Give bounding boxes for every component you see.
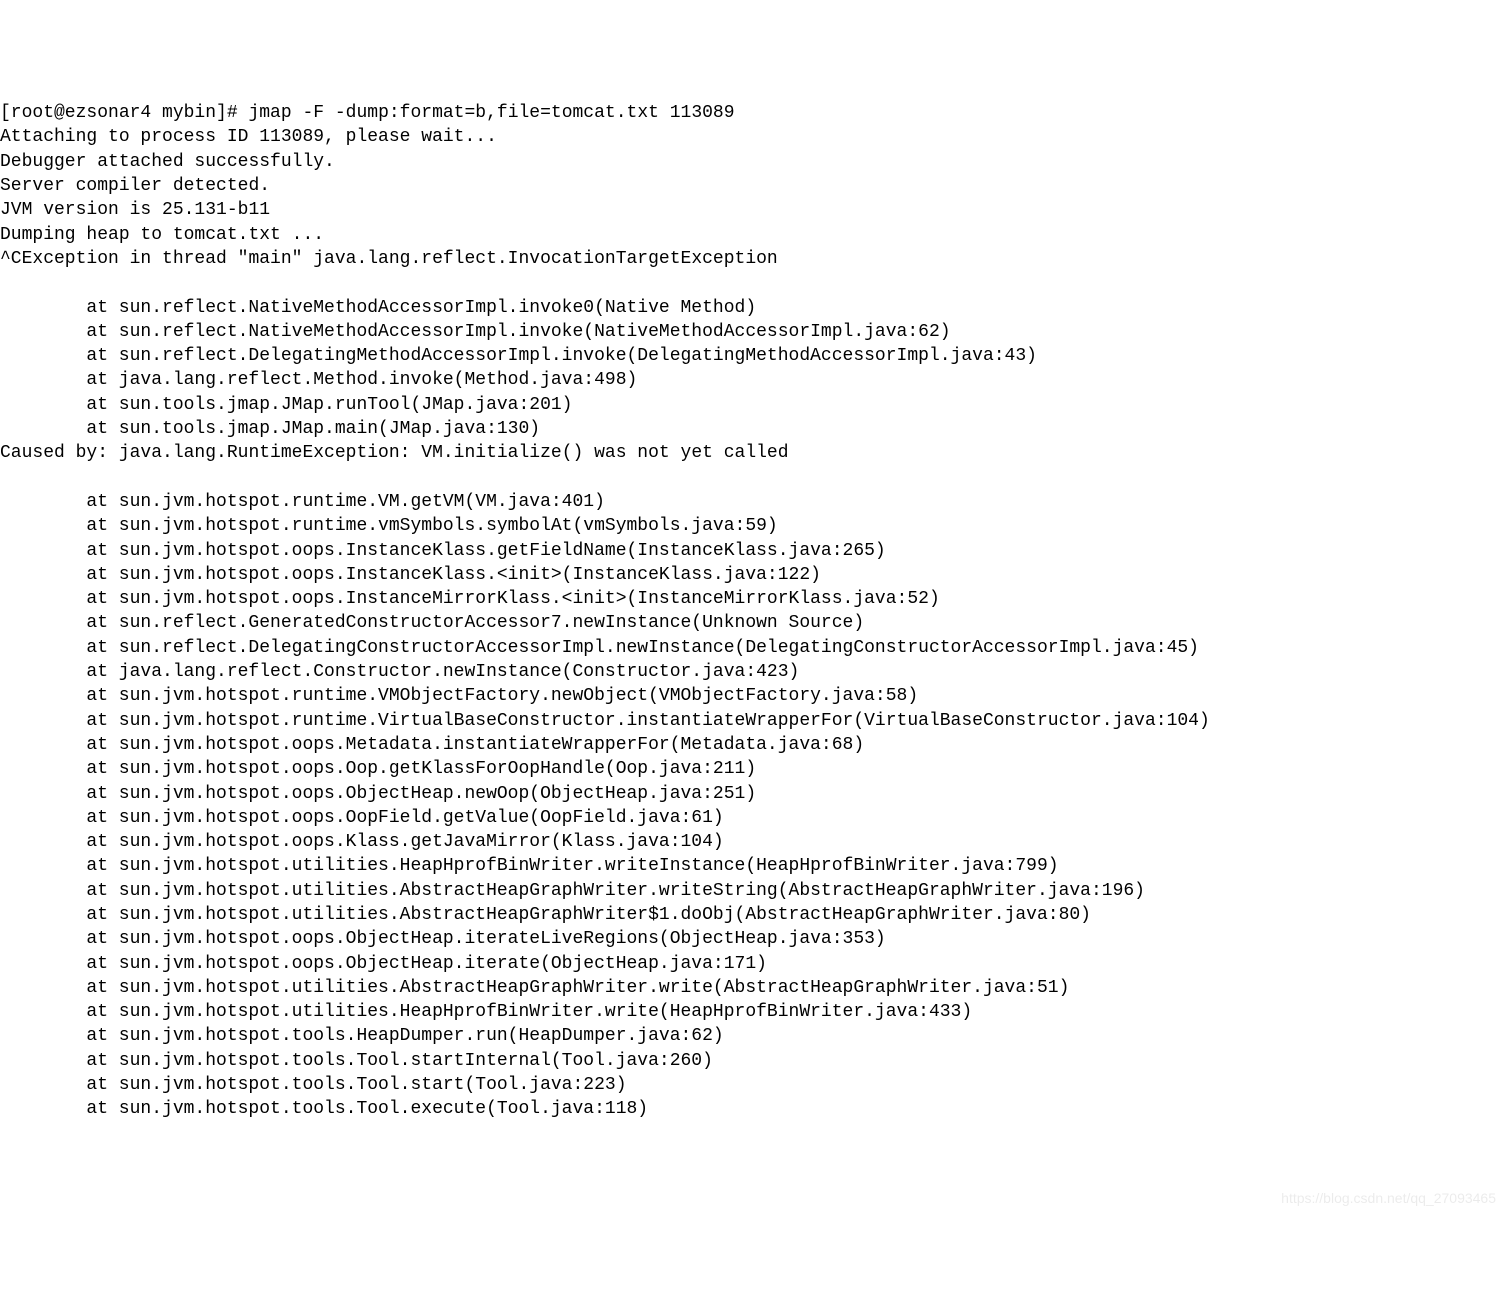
stack-frame: at sun.jvm.hotspot.utilities.AbstractHea… [0, 903, 1506, 927]
stack-frame: at sun.jvm.hotspot.utilities.HeapHprofBi… [0, 854, 1506, 878]
stack-frame: at sun.jvm.hotspot.oops.InstanceKlass.ge… [0, 539, 1506, 563]
caused-by-line: Caused by: java.lang.RuntimeException: V… [0, 441, 1506, 465]
output-line: JVM version is 25.131-b11 [0, 198, 1506, 222]
stack-frame: at sun.jvm.hotspot.utilities.HeapHprofBi… [0, 1000, 1506, 1024]
stack-frame: at sun.jvm.hotspot.tools.Tool.start(Tool… [0, 1073, 1506, 1097]
stack-frame: at sun.jvm.hotspot.utilities.AbstractHea… [0, 879, 1506, 903]
stack-frame: at sun.jvm.hotspot.oops.Klass.getJavaMir… [0, 830, 1506, 854]
stack-frame: at sun.jvm.hotspot.oops.ObjectHeap.newOo… [0, 782, 1506, 806]
stack-frame: at sun.tools.jmap.JMap.main(JMap.java:13… [0, 417, 1506, 441]
stack-frame: at sun.jvm.hotspot.runtime.VMObjectFacto… [0, 684, 1506, 708]
stack-frame: at sun.reflect.GeneratedConstructorAcces… [0, 611, 1506, 635]
stack-frame: at sun.jvm.hotspot.oops.InstanceKlass.<i… [0, 563, 1506, 587]
stack-frame: at sun.tools.jmap.JMap.runTool(JMap.java… [0, 393, 1506, 417]
stack-frame: at sun.jvm.hotspot.oops.ObjectHeap.itera… [0, 952, 1506, 976]
output-line: Attaching to process ID 113089, please w… [0, 125, 1506, 149]
output-line: Server compiler detected. [0, 174, 1506, 198]
output-line: Debugger attached successfully. [0, 150, 1506, 174]
watermark-text: https://blog.csdn.net/qq_27093465 [1281, 1189, 1496, 1208]
stack-frame: at sun.jvm.hotspot.utilities.AbstractHea… [0, 976, 1506, 1000]
stack-frame: at sun.jvm.hotspot.tools.Tool.execute(To… [0, 1097, 1506, 1121]
shell-command: jmap -F -dump:format=b,file=tomcat.txt 1… [248, 103, 734, 123]
stack-frame: at sun.reflect.DelegatingConstructorAcce… [0, 636, 1506, 660]
stack-frame: at sun.jvm.hotspot.oops.OopField.getValu… [0, 806, 1506, 830]
exception-header: ^CException in thread "main" java.lang.r… [0, 247, 1506, 271]
shell-prompt: [root@ezsonar4 mybin]# [0, 103, 248, 123]
stack-frame: at sun.jvm.hotspot.oops.InstanceMirrorKl… [0, 587, 1506, 611]
stack-frame: at sun.jvm.hotspot.oops.Oop.getKlassForO… [0, 757, 1506, 781]
stack-frame: at java.lang.reflect.Constructor.newInst… [0, 660, 1506, 684]
stack-frame: at sun.jvm.hotspot.tools.Tool.startInter… [0, 1049, 1506, 1073]
stack-frame: at sun.jvm.hotspot.runtime.vmSymbols.sym… [0, 514, 1506, 538]
stack-frame: at sun.jvm.hotspot.oops.Metadata.instant… [0, 733, 1506, 757]
output-line: Dumping heap to tomcat.txt ... [0, 223, 1506, 247]
terminal-output[interactable]: [root@ezsonar4 mybin]# jmap -F -dump:for… [0, 97, 1506, 1125]
stack-frame: at sun.reflect.NativeMethodAccessorImpl.… [0, 296, 1506, 320]
stack-frame: at sun.reflect.NativeMethodAccessorImpl.… [0, 320, 1506, 344]
stack-frame: at sun.jvm.hotspot.runtime.VirtualBaseCo… [0, 709, 1506, 733]
stack-frame: at sun.reflect.DelegatingMethodAccessorI… [0, 344, 1506, 368]
stack-frame: at sun.jvm.hotspot.oops.ObjectHeap.itera… [0, 927, 1506, 951]
stack-frame: at sun.jvm.hotspot.runtime.VM.getVM(VM.j… [0, 490, 1506, 514]
stack-frame: at java.lang.reflect.Method.invoke(Metho… [0, 368, 1506, 392]
stack-frame: at sun.jvm.hotspot.tools.HeapDumper.run(… [0, 1024, 1506, 1048]
